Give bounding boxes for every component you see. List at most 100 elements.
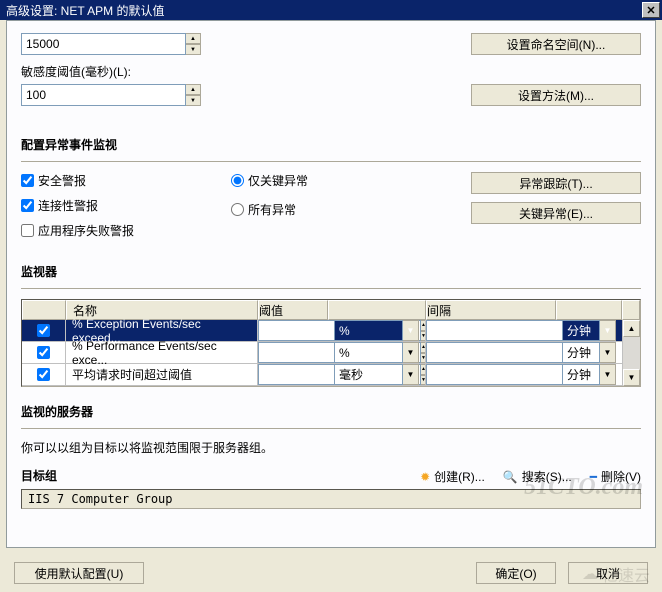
scroll-down-icon[interactable]: ▼: [623, 369, 640, 386]
spin-down-icon[interactable]: ▼: [186, 95, 201, 106]
row-threshold: ▲▼: [258, 342, 328, 364]
exception-trace-button[interactable]: 异常跟踪(T)...: [471, 172, 641, 194]
cb-connectivity-label: 连接性警报: [38, 197, 98, 214]
search-link[interactable]: 🔍 搜索(S)...: [503, 468, 572, 485]
row-iunit: 分钟▼: [556, 364, 623, 386]
servers-desc: 你可以以组为目标以将监视范围限于服务器组。: [21, 439, 641, 456]
spin-up-icon[interactable]: ▲: [186, 84, 201, 95]
main-panel: ▲▼ 设置命名空间(N)... 敏感度阈值(毫秒)(L): ▲▼ 设置方法(M)…: [6, 20, 656, 548]
threshold-spinner[interactable]: ▲▼: [258, 364, 327, 385]
set-methods-button[interactable]: 设置方法(M)...: [471, 84, 641, 106]
unit-combo[interactable]: 毫秒▼: [334, 364, 419, 385]
title-bar: 高级设置: NET APM 的默认值 ✕: [0, 0, 662, 20]
interval-spinner[interactable]: ▲▼: [426, 320, 555, 341]
divider: [21, 161, 641, 162]
sensitivity-input[interactable]: [21, 84, 186, 106]
row-interval: ▲▼: [426, 342, 556, 364]
delete-label: 删除(V): [601, 468, 641, 485]
row-checkbox[interactable]: [37, 324, 50, 337]
th-threshold[interactable]: 阈值: [258, 300, 328, 320]
chevron-down-icon[interactable]: ▼: [600, 342, 616, 363]
rb-all-label: 所有异常: [248, 201, 296, 218]
cb-security[interactable]: [21, 174, 34, 187]
interval-spinner[interactable]: ▲▼: [426, 364, 555, 385]
sun-icon: ✹: [420, 470, 430, 484]
spin-down-icon[interactable]: ▼: [186, 44, 201, 55]
dialog-body: ▲▼ 设置命名空间(N)... 敏感度阈值(毫秒)(L): ▲▼ 设置方法(M)…: [0, 20, 662, 592]
cb-connectivity-row[interactable]: 连接性警报: [21, 197, 231, 214]
chevron-down-icon[interactable]: ▼: [403, 364, 419, 385]
row-interval: ▲▼: [426, 320, 556, 342]
rb-critical-only[interactable]: [231, 174, 244, 187]
top-row-1: ▲▼ 设置命名空间(N)...: [21, 33, 641, 55]
target-group-field: IIS 7 Computer Group: [21, 489, 641, 509]
top-row-2: ▲▼ 设置方法(M)...: [21, 84, 641, 106]
rb-all-row[interactable]: 所有异常: [231, 201, 431, 218]
cancel-button[interactable]: 取消: [568, 562, 648, 584]
row-check-cell: [22, 342, 66, 364]
row-checkbox[interactable]: [37, 346, 50, 359]
chevron-down-icon[interactable]: ▼: [600, 364, 616, 385]
spin-buttons[interactable]: ▲▼: [186, 33, 201, 55]
row-interval: ▲▼: [426, 364, 556, 386]
th-check[interactable]: [22, 300, 66, 320]
cb-appfail-label: 应用程序失败警报: [38, 222, 134, 239]
use-defaults-button[interactable]: 使用默认配置(U): [14, 562, 144, 584]
th-unit[interactable]: [328, 300, 426, 320]
search-label: 搜索(S)...: [522, 468, 572, 485]
delete-link[interactable]: ━ 删除(V): [590, 468, 641, 485]
bottom-bar: 使用默认配置(U) 确定(O) 取消: [0, 554, 662, 592]
ok-button[interactable]: 确定(O): [476, 562, 556, 584]
critical-exception-button[interactable]: 关键异常(E)...: [471, 202, 641, 224]
chevron-down-icon[interactable]: ▼: [403, 320, 419, 341]
cb-appfail[interactable]: [21, 224, 34, 237]
value1-input[interactable]: [21, 33, 186, 55]
row-threshold: ▲▼: [258, 364, 328, 386]
unit-combo[interactable]: %▼: [334, 342, 419, 363]
row-checkbox[interactable]: [37, 368, 50, 381]
table-row[interactable]: 平均请求时间超过阈值▲▼毫秒▼▲▼分钟▼: [22, 364, 623, 386]
divider: [21, 428, 641, 429]
rb-critical-row[interactable]: 仅关键异常: [231, 172, 431, 189]
target-actions: ✹ 创建(R)... 🔍 搜索(S)... ━ 删除(V): [420, 468, 641, 485]
unit-combo[interactable]: %▼: [334, 320, 419, 341]
th-iunit[interactable]: [556, 300, 622, 320]
set-namespace-button[interactable]: 设置命名空间(N)...: [471, 33, 641, 55]
interval-spinner[interactable]: ▲▼: [426, 342, 555, 363]
row-check-cell: [22, 364, 66, 386]
threshold-spinner[interactable]: ▲▼: [258, 320, 327, 341]
window-title: 高级设置: NET APM 的默认值: [6, 2, 642, 19]
value1-spinner[interactable]: ▲▼: [21, 33, 201, 55]
iunit-combo[interactable]: 分钟▼: [562, 320, 616, 341]
chevron-down-icon[interactable]: ▼: [600, 320, 616, 341]
threshold-spinner[interactable]: ▲▼: [258, 342, 327, 363]
cb-connectivity[interactable]: [21, 199, 34, 212]
create-link[interactable]: ✹ 创建(R)...: [420, 468, 485, 485]
table-row[interactable]: % Performance Events/sec exce...▲▼%▼▲▼分钟…: [22, 342, 623, 364]
target-label: 目标组: [21, 467, 57, 484]
rb-all[interactable]: [231, 203, 244, 216]
spin-buttons[interactable]: ▲▼: [186, 84, 201, 106]
monitors-table: 名称 阈值 间隔 % Exception Events/sec exceed..…: [21, 299, 641, 387]
sensitivity-spinner[interactable]: ▲▼: [21, 84, 201, 106]
rb-critical-label: 仅关键异常: [248, 172, 308, 189]
minus-icon: ━: [590, 470, 597, 484]
iunit-combo[interactable]: 分钟▼: [562, 364, 616, 385]
vertical-scrollbar[interactable]: ▲ ▼: [623, 320, 640, 386]
chevron-down-icon[interactable]: ▼: [403, 342, 419, 363]
row-unit: %▼: [328, 342, 426, 364]
scroll-up-icon[interactable]: ▲: [623, 320, 640, 337]
cb-security-row[interactable]: 安全警报: [21, 172, 231, 189]
close-icon[interactable]: ✕: [642, 2, 660, 18]
th-interval[interactable]: 间隔: [426, 300, 556, 320]
monitors-title: 监视器: [21, 263, 641, 280]
row-unit: 毫秒▼: [328, 364, 426, 386]
row-iunit: 分钟▼: [556, 342, 623, 364]
row-unit: %▼: [328, 320, 426, 342]
create-label: 创建(R)...: [434, 468, 485, 485]
spin-up-icon[interactable]: ▲: [186, 33, 201, 44]
cb-appfail-row[interactable]: 应用程序失败警报: [21, 222, 231, 239]
exception-section-title: 配置异常事件监视: [21, 136, 641, 153]
iunit-combo[interactable]: 分钟▼: [562, 342, 616, 363]
table-body: % Exception Events/sec exceed...▲▼%▼▲▼分钟…: [22, 320, 623, 386]
